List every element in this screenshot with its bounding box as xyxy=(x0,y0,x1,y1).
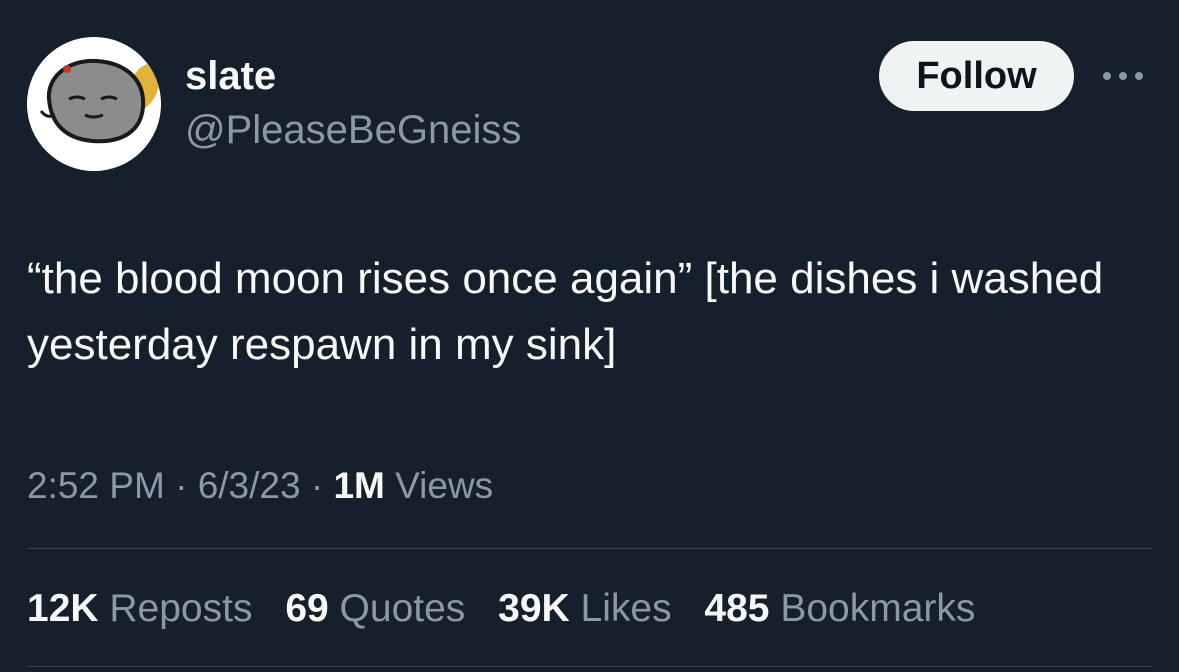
bookmarks-label: Bookmarks xyxy=(780,587,976,630)
tweet-date[interactable]: 6/3/23 xyxy=(198,465,301,506)
more-dots-icon xyxy=(1103,72,1143,80)
reposts-count: 12K xyxy=(27,587,99,630)
separator: · xyxy=(175,465,188,506)
tweet-time[interactable]: 2:52 PM xyxy=(27,465,165,506)
likes-label: Likes xyxy=(580,587,672,630)
tweet-text: “the blood moon rises once again” [the d… xyxy=(27,254,1116,369)
likes-stat[interactable]: 39K Likes xyxy=(498,582,671,636)
reposts-stat[interactable]: 12K Reposts xyxy=(27,582,252,636)
quotes-stat[interactable]: 69 Quotes xyxy=(285,582,465,636)
likes-count: 39K xyxy=(498,587,570,630)
views-label: Views xyxy=(395,465,494,506)
author-handle[interactable]: @PleaseBeGneiss xyxy=(185,106,521,154)
avatar[interactable] xyxy=(27,37,161,171)
bookmarks-stat[interactable]: 485 Bookmarks xyxy=(704,582,975,636)
rock-character-avatar-icon xyxy=(27,37,161,171)
engagement-stats: 12K Reposts 69 Quotes 39K Likes 485 Book… xyxy=(27,582,997,636)
more-options-button[interactable] xyxy=(1098,60,1152,92)
views-count: 1M xyxy=(333,465,385,506)
tweet-metadata: 2:52 PM · 6/3/23 · 1M Views xyxy=(27,460,493,512)
bookmarks-count: 485 xyxy=(704,587,770,630)
quotes-count: 69 xyxy=(285,587,329,630)
reposts-label: Reposts xyxy=(109,587,253,630)
quotes-label: Quotes xyxy=(339,587,466,630)
author-display-name[interactable]: slate xyxy=(185,52,276,100)
divider xyxy=(27,666,1152,667)
follow-button[interactable]: Follow xyxy=(879,41,1074,111)
divider xyxy=(27,548,1152,549)
separator: · xyxy=(310,465,324,506)
